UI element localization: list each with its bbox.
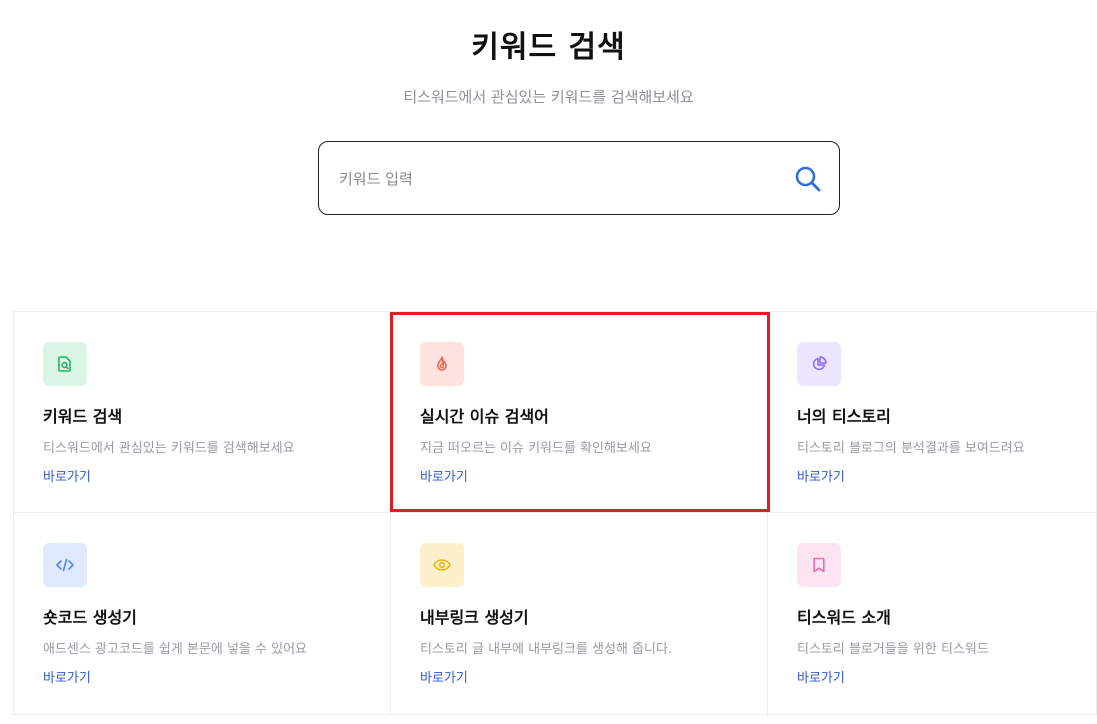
card-description: 애드센스 광고코드를 쉽게 본문에 넣을 수 있어요 [43,642,307,657]
card-your-tistory: 너의 티스토리 티스토리 블로그의 분석결과를 보여드려요 바로가기 [768,311,1097,513]
card-internal-link-generator: 내부링크 생성기 티스토리 글 내부에 내부링크를 생성해 줍니다. 바로가기 [391,513,768,715]
page-subtitle: 티스워드에서 관심있는 키워드를 검색해보세요 [403,88,694,106]
file-search-icon [58,356,71,372]
card-link-your-tistory[interactable]: 바로가기 [797,466,845,485]
card-tisword-intro: 티스워드 소개 티스토리 블로거들을 위한 티스워드 바로가기 [768,513,1097,715]
card-description: 티스워드에서 관심있는 키워드를 검색해보세요 [43,441,295,456]
bookmark-icon [813,557,825,573]
card-link-internal-link-generator[interactable]: 바로가기 [420,667,468,686]
feature-grid: 키워드 검색 티스워드에서 관심있는 키워드를 검색해보세요 바로가기 실시간 … [13,311,1097,715]
card-title: 실시간 이슈 검색어 [420,407,549,426]
search-input[interactable] [337,160,781,198]
card-keyword-search: 키워드 검색 티스워드에서 관심있는 키워드를 검색해보세요 바로가기 [13,311,391,513]
card-title: 너의 티스토리 [797,407,891,426]
pie-chart-icon [812,356,827,371]
card-title: 키워드 검색 [43,407,123,426]
card-realtime-issue: 실시간 이슈 검색어 지금 떠오르는 이슈 키워드를 확인해보세요 바로가기 [391,311,768,513]
search-icon [795,166,821,192]
card-icon-bg [797,342,841,386]
card-title: 내부링크 생성기 [420,608,529,627]
card-description: 티스토리 블로그의 분석결과를 보여드려요 [797,441,1025,456]
search-box [318,141,840,215]
card-icon-bg [420,342,464,386]
card-link-realtime-issue[interactable]: 바로가기 [420,466,468,485]
page: 키워드 검색 티스워드에서 관심있는 키워드를 검색해보세요 키워드 검색 티스… [0,0,1097,724]
card-link-tisword-intro[interactable]: 바로가기 [797,667,845,686]
card-title: 숏코드 생성기 [43,608,137,627]
card-icon-bg [797,543,841,587]
card-icon-bg [420,543,464,587]
search-button[interactable] [793,164,823,194]
card-icon-bg [43,543,87,587]
eye-icon [433,559,451,571]
card-icon-bg [43,342,87,386]
card-description: 지금 떠오르는 이슈 키워드를 확인해보세요 [420,441,652,456]
card-description: 티스토리 블로거들을 위한 티스워드 [797,642,989,657]
code-icon [56,558,74,572]
card-link-shortcode-generator[interactable]: 바로가기 [43,667,91,686]
card-description: 티스토리 글 내부에 내부링크를 생성해 줍니다. [420,642,673,657]
page-title: 키워드 검색 [471,30,626,65]
card-link-keyword-search[interactable]: 바로가기 [43,466,91,485]
card-shortcode-generator: 숏코드 생성기 애드센스 광고코드를 쉽게 본문에 넣을 수 있어요 바로가기 [13,513,391,715]
fire-icon [437,356,447,371]
card-title: 티스워드 소개 [797,608,891,627]
